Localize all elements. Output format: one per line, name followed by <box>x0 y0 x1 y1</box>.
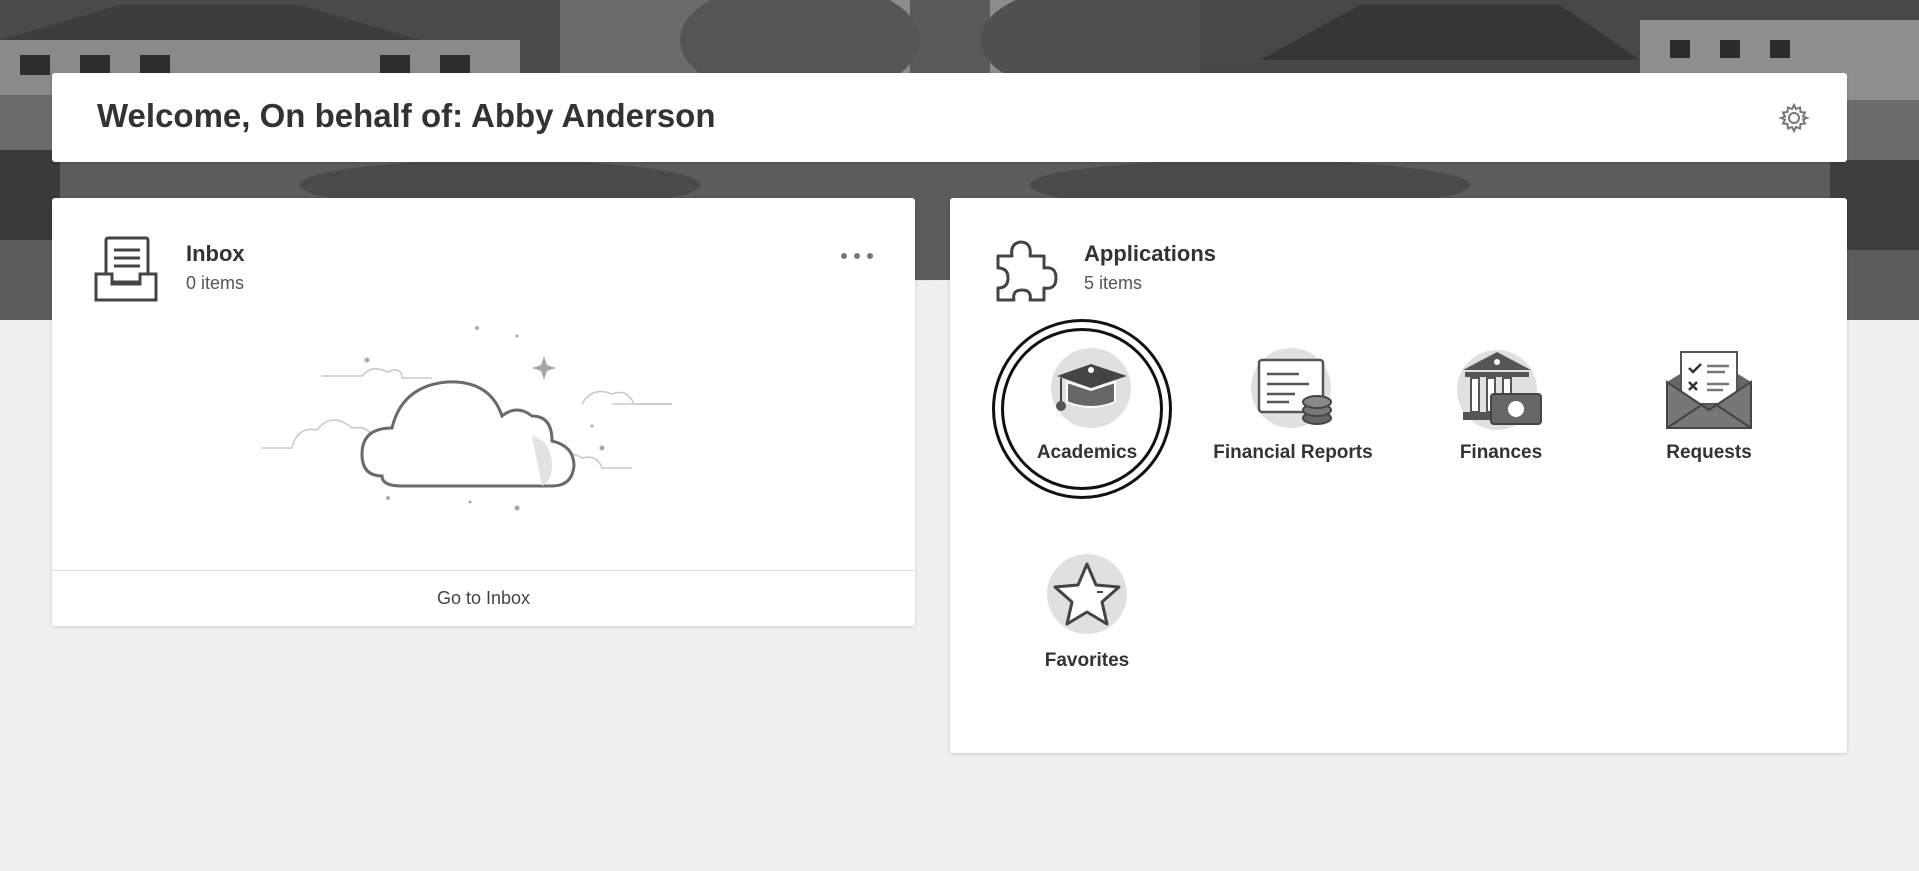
applications-title: Applications <box>1084 241 1217 266</box>
inbox-title: Inbox <box>186 241 245 266</box>
app-label: Finances <box>1459 442 1543 463</box>
app-favorites[interactable]: Favorites <box>992 554 1182 704</box>
puzzle-piece-icon <box>990 234 1058 306</box>
envelope-checklist-icon <box>1665 346 1753 434</box>
inbox-count: 0 items <box>186 273 245 293</box>
app-label: Requests <box>1666 442 1752 463</box>
graduation-cap-icon <box>1043 346 1131 434</box>
star-icon <box>1043 554 1131 642</box>
cloud-illustration <box>252 316 722 521</box>
app-label: Favorites <box>1044 650 1130 671</box>
more-options-icon[interactable] <box>841 250 873 262</box>
app-financial-reports[interactable]: Financial Reports <box>1198 346 1388 496</box>
app-label: Financial Reports <box>1213 442 1373 463</box>
gear-icon[interactable] <box>1778 102 1810 134</box>
bank-money-icon <box>1457 346 1545 434</box>
app-requests[interactable]: Requests <box>1614 346 1804 496</box>
welcome-bar: Welcome, On behalf of: Abby Anderson <box>52 73 1847 162</box>
applications-card: Applications 5 items Academics Financial… <box>950 198 1847 753</box>
app-label: Academics <box>1036 442 1138 463</box>
app-academics[interactable]: Academics <box>992 346 1182 496</box>
inbox-card: Inbox 0 items Go to Inbox <box>52 198 915 626</box>
go-to-inbox-link[interactable]: Go to Inbox <box>52 570 915 626</box>
app-finances[interactable]: Finances <box>1406 346 1596 496</box>
report-coins-icon <box>1249 346 1337 434</box>
page-title: Welcome, On behalf of: Abby Anderson <box>97 97 716 134</box>
inbox-tray-icon <box>92 234 160 306</box>
applications-count: 5 items <box>1084 273 1143 293</box>
